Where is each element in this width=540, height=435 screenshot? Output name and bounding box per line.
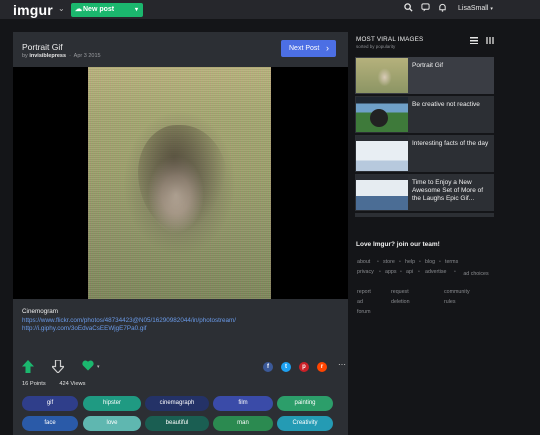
viral-item[interactable]: Time to Enjoy a New Awesome Set of More … [355, 174, 494, 211]
downvote-icon[interactable] [50, 359, 66, 376]
footer-link-report[interactable]: report [357, 289, 371, 295]
cloud-upload-icon: ☁ [75, 6, 82, 13]
footer-link-apps[interactable]: apps [385, 269, 397, 275]
post-meta: by invisiblepress · Apr 3 2015 [22, 53, 101, 59]
footer-link-request[interactable]: request [391, 289, 409, 295]
viral-item[interactable]: Interesting facts of the day [355, 135, 494, 172]
chevron-down-icon: ▾ [490, 6, 493, 12]
reddit-icon[interactable]: r [317, 362, 327, 372]
footer-link-advertise[interactable]: advertise [425, 269, 447, 275]
footer-link-rules[interactable]: rules [444, 299, 455, 305]
post-description: Cinemogram https://www.flickr.com/photos… [22, 308, 342, 334]
footer-link-privacy[interactable]: privacy [357, 269, 374, 275]
sidebar-subtitle: sorted by popularity [356, 44, 396, 49]
viral-item[interactable]: Portrait Gif [355, 57, 494, 94]
thumbnail-figure [370, 109, 388, 127]
separator: • [419, 259, 421, 265]
grid-view-icon[interactable] [486, 37, 494, 44]
flickr-link[interactable]: https://www.flickr.com/photos/48734423@N… [22, 317, 342, 326]
giphy-link[interactable]: http://i.giphy.com/3oEdvaCsEEWjgE7Pa0.gi… [22, 325, 342, 334]
viral-item-title: Portrait Gif [412, 62, 444, 69]
tag-beautiful[interactable]: beautiful [145, 416, 209, 431]
separator: • [400, 269, 402, 275]
thumbnail-header [356, 136, 408, 141]
viral-item-title: Be creative not reactive [412, 101, 480, 108]
thumbnail [356, 58, 408, 93]
separator: • [379, 269, 381, 275]
tag-face[interactable]: face [22, 416, 78, 431]
pinterest-icon[interactable]: p [299, 362, 309, 372]
next-post-button[interactable]: Next Post › [281, 40, 336, 57]
viral-item-title: Interesting facts of the day [412, 140, 489, 147]
tag-man[interactable]: man [213, 416, 273, 431]
bell-icon[interactable] [438, 3, 447, 14]
chat-icon[interactable] [421, 3, 430, 14]
chevron-down-icon[interactable]: ⌄ [58, 4, 65, 13]
footer-link-api[interactable]: api [406, 269, 413, 275]
footer-link-store[interactable]: store [383, 259, 395, 265]
footer-link-about[interactable]: about [357, 259, 370, 265]
footer-link-blog[interactable]: blog [425, 259, 435, 265]
list-view-icon[interactable] [470, 37, 478, 44]
tag-film[interactable]: film [213, 396, 273, 411]
post-stats: 16 Points 424 Views [22, 381, 97, 387]
chevron-down-icon[interactable]: ▾ [97, 364, 100, 370]
imgur-logo[interactable]: imgur [13, 2, 53, 18]
next-post-label: Next Post [289, 45, 320, 52]
join-team-link[interactable]: Love Imgur? join our team! [356, 241, 440, 248]
facebook-icon[interactable]: f [263, 362, 273, 372]
thumbnail [356, 136, 408, 171]
new-post-button[interactable]: ☁ New post ▾ [71, 3, 143, 17]
separator: • [454, 269, 456, 275]
views-count: 424 Views [59, 381, 86, 387]
more-options-icon[interactable]: ⋯ [338, 360, 346, 369]
tag-gif[interactable]: gif [22, 396, 78, 411]
tag-hipster[interactable]: hipster [83, 396, 141, 411]
post-panel: Portrait Gif by invisiblepress · Apr 3 2… [13, 32, 348, 435]
footer-link-forum[interactable]: forum [357, 309, 371, 315]
author-link[interactable]: invisiblepress [29, 53, 66, 59]
post-date: Apr 3 2015 [73, 53, 101, 59]
username-menu[interactable]: LisaSmall ▾ [458, 5, 493, 12]
tag-love[interactable]: love [83, 416, 141, 431]
search-icon[interactable] [404, 3, 413, 14]
sidebar-title: MOST VIRAL IMAGES [356, 36, 424, 43]
separator: • [418, 269, 420, 275]
points-count: 16 Points [22, 381, 46, 387]
post-image[interactable] [13, 67, 348, 299]
footer-link-terms[interactable]: terms [445, 259, 458, 265]
face-shading [138, 125, 228, 235]
post-title: Portrait Gif [22, 42, 63, 52]
chevron-right-icon: › [326, 43, 329, 53]
separator: • [439, 259, 441, 265]
tag-creativity[interactable]: Creativity [277, 416, 333, 431]
footer-link-ad-choices[interactable]: ad choices [461, 269, 491, 279]
upvote-icon[interactable] [22, 360, 34, 376]
portrait-gif [88, 67, 271, 299]
footer-link-deletion[interactable]: deletion [391, 299, 410, 305]
thumbnail [356, 175, 408, 210]
thumbnail-header [356, 175, 408, 180]
tag-painting[interactable]: painting [277, 396, 333, 411]
footer-link-community[interactable]: community [444, 289, 470, 295]
thumbnail [356, 97, 408, 132]
footer-link-ad[interactable]: ad [357, 299, 363, 305]
separator: • [377, 259, 379, 265]
favorite-heart-icon[interactable] [82, 360, 94, 374]
post-actions: ▾ f t p r ⋯ [22, 359, 346, 376]
tag-cinemagraph[interactable]: cinemagraph [145, 396, 209, 411]
chevron-down-icon: ▾ [134, 7, 138, 13]
description-heading: Cinemogram [22, 308, 59, 315]
viral-item[interactable]: Be creative not reactive [355, 96, 494, 133]
footer-link-help[interactable]: help [405, 259, 415, 265]
twitter-icon[interactable]: t [281, 362, 291, 372]
new-post-label: New post [83, 6, 115, 13]
username: LisaSmall [458, 5, 489, 12]
viral-item-title: Time to Enjoy a New Awesome Set of More … [412, 179, 484, 203]
top-bar: imgur ⌄ ☁ New post ▾ LisaSmall ▾ [0, 0, 540, 19]
viral-item-partial [355, 213, 494, 217]
by-label: by [22, 53, 28, 59]
separator: • [399, 259, 401, 265]
